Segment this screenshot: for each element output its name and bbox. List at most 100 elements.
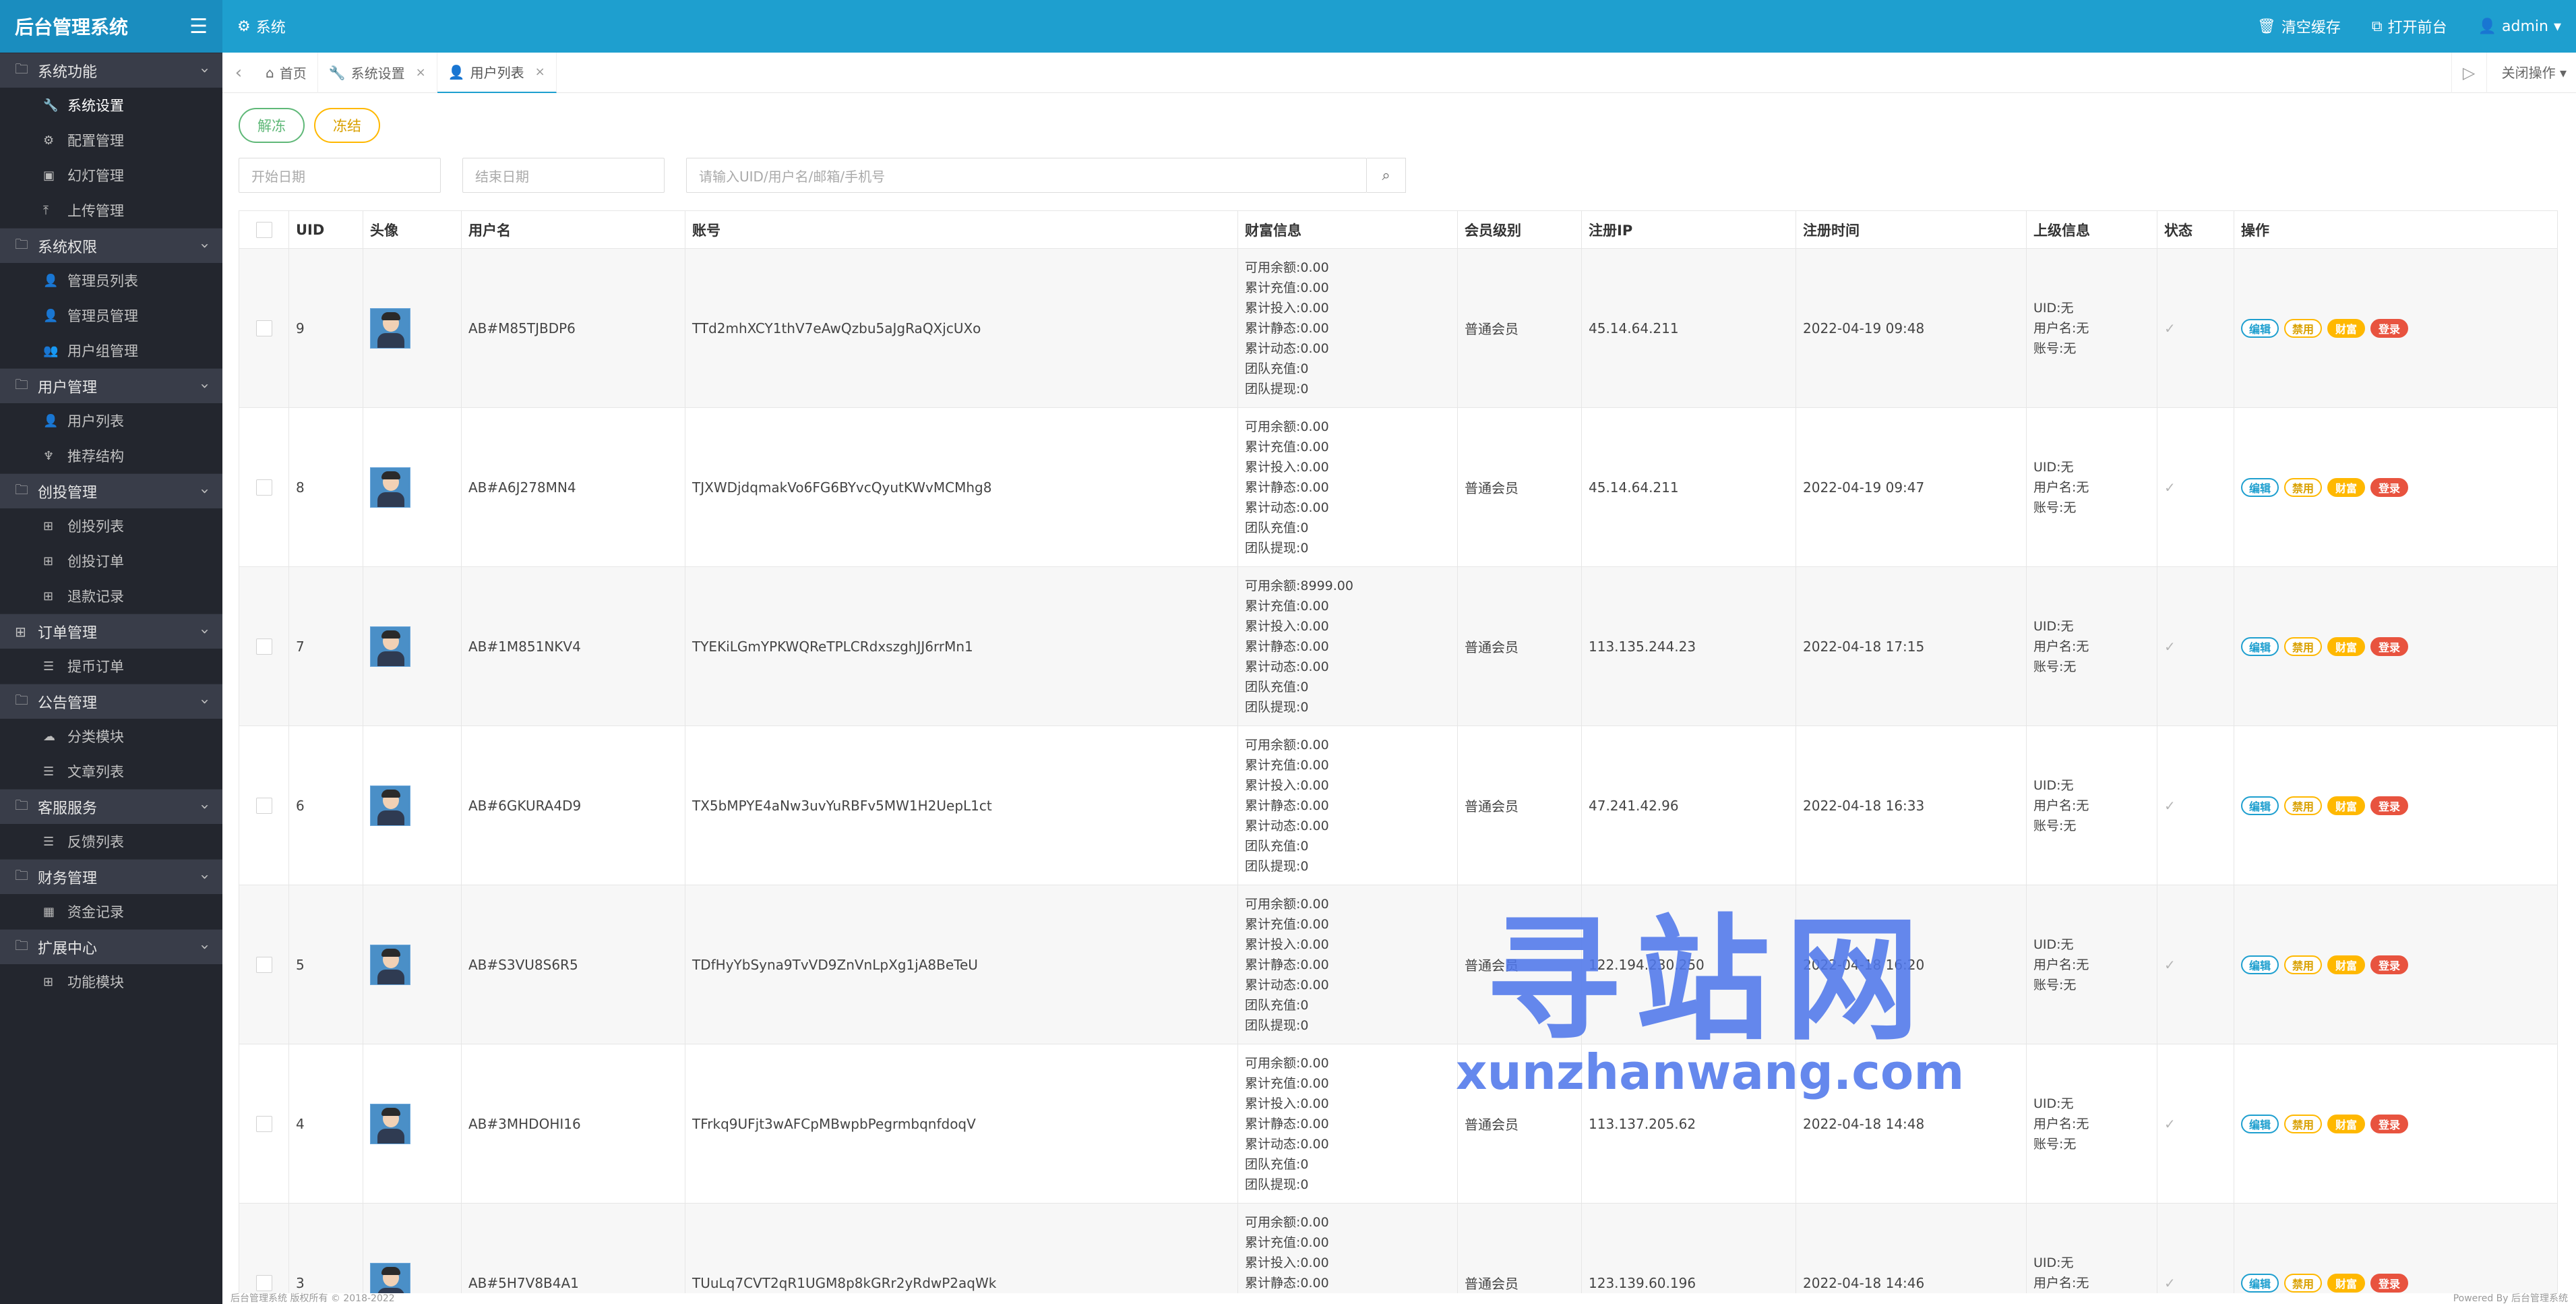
wealth-button[interactable]: 财富 [2327,636,2366,656]
search-input[interactable]: 请输入UID/用户名/邮箱/手机号 [686,158,1367,193]
sidebar-item[interactable]: 👤 用户列表 [0,403,222,438]
wealth-button[interactable]: 财富 [2327,1273,2366,1293]
cell-username: AB#3MHDOHI16 [461,1044,685,1204]
disable-button[interactable]: 禁用 [2284,1114,2323,1133]
wealth-line: 团队充值:0 [1245,520,1309,535]
row-checkbox[interactable] [255,1274,272,1291]
disable-button[interactable]: 禁用 [2284,318,2323,338]
end-date-input[interactable]: 结束日期 [462,158,665,193]
row-checkbox[interactable] [255,638,272,655]
chevron-down-icon: › [196,699,214,705]
row-checkbox[interactable] [255,956,272,973]
edit-button[interactable]: 编辑 [2241,1273,2279,1293]
tabs-scroll-left-icon[interactable]: ‹ [222,63,255,83]
close-icon[interactable]: × [416,65,426,80]
edit-button[interactable]: 编辑 [2241,796,2279,815]
edit-button[interactable]: 编辑 [2241,636,2279,656]
freeze-button[interactable]: 冻结 [314,108,380,143]
wealth-button[interactable]: 财富 [2327,477,2366,497]
menu-group-header[interactable]: 🗀 扩展中心 › [0,929,222,964]
cell-status: ✓ [2157,248,2234,408]
cell-username: AB#M85TJBDP6 [461,248,685,408]
row-checkbox[interactable] [255,320,272,336]
folder-icon: 🗀 [15,235,28,252]
sidebar-item[interactable]: ☰ 反馈列表 [0,824,222,859]
disable-button[interactable]: 禁用 [2284,796,2323,815]
cell-time: 2022-04-18 16:33 [1796,725,2027,885]
row-checkbox[interactable] [255,1115,272,1132]
hamburger-icon[interactable]: ☰ [189,15,208,38]
sidebar-item[interactable]: ⤒ 上传管理 [0,193,222,228]
close-ops-button[interactable]: 关闭操作 ▾ [2486,52,2576,93]
menu-group-header[interactable]: ⊞ 订单管理 › [0,614,222,649]
edit-button[interactable]: 编辑 [2241,477,2279,497]
sidebar-item[interactable]: ☁ 分类模块 [0,719,222,754]
tab-item[interactable]: 👤 用户列表 × [437,52,557,93]
user-menu[interactable]: 👤 admin ▾ [2478,18,2561,35]
edit-button[interactable]: 编辑 [2241,1114,2279,1133]
sidebar-item[interactable]: ⊞ 退款记录 [0,579,222,614]
row-checkbox[interactable] [255,797,272,814]
sidebar-item[interactable]: ▦ 资金记录 [0,894,222,929]
sidebar-item[interactable]: ⊞ 功能模块 [0,964,222,999]
unfreeze-button[interactable]: 解冻 [239,108,305,143]
wealth-button[interactable]: 财富 [2327,955,2366,974]
close-icon[interactable]: × [535,65,545,79]
search-button[interactable]: ⌕ [1367,158,1406,193]
disable-button[interactable]: 禁用 [2284,636,2323,656]
login-button[interactable]: 登录 [2370,477,2409,497]
wealth-button[interactable]: 财富 [2327,1114,2366,1133]
sidebar-item[interactable]: ♆ 推荐结构 [0,438,222,473]
disable-button[interactable]: 禁用 [2284,955,2323,974]
disable-button[interactable]: 禁用 [2284,1273,2323,1293]
login-button[interactable]: 登录 [2370,1114,2409,1133]
sidebar-item[interactable]: 🔧 系统设置 [0,88,222,123]
edit-button[interactable]: 编辑 [2241,955,2279,974]
menu-group-header[interactable]: 🗀 系统功能 › [0,53,222,88]
login-button[interactable]: 登录 [2370,318,2409,338]
sidebar-item[interactable]: 👥 用户组管理 [0,333,222,368]
start-date-input[interactable]: 开始日期 [239,158,441,193]
sidebar-item[interactable]: ⊞ 创投列表 [0,508,222,543]
row-checkbox[interactable] [255,479,272,496]
upline-line: UID:无 [2033,1096,2074,1111]
login-button[interactable]: 登录 [2370,1273,2409,1293]
sidebar-item[interactable]: ▣ 幻灯管理 [0,158,222,193]
wealth-button[interactable]: 财富 [2327,318,2366,338]
login-button[interactable]: 登录 [2370,955,2409,974]
menu-group-header[interactable]: 🗀 财务管理 › [0,859,222,894]
sidebar-item[interactable]: ☰ 文章列表 [0,754,222,789]
header-upline: 上级信息 [2026,210,2157,249]
footer-copyright: 后台管理系统 版权所有 © 2018-2022 [231,1293,395,1304]
login-button[interactable]: 登录 [2370,796,2409,815]
cell-status: ✓ [2157,407,2234,567]
menu-group-header[interactable]: 🗀 用户管理 › [0,368,222,403]
login-button[interactable]: 登录 [2370,636,2409,656]
sidebar-item[interactable]: ⚙ 配置管理 [0,123,222,158]
menu-group-header[interactable]: 🗀 系统权限 › [0,228,222,263]
sidebar-item[interactable]: 👤 管理员列表 [0,263,222,298]
sidebar-item[interactable]: 👤 管理员管理 [0,298,222,333]
tab-item[interactable]: ⌂ 首页 [255,52,318,93]
cell-account: TYEKiLGmYPKWQReTPLCRdxszghJJ6rrMn1 [685,566,1238,726]
edit-button[interactable]: 编辑 [2241,318,2279,338]
menu-group-header[interactable]: 🗀 创投管理 › [0,473,222,508]
tab-item[interactable]: 🔧 系统设置 × [318,52,437,93]
menu-group-header[interactable]: 🗀 客服服务 › [0,789,222,824]
wealth-line: 累计静态:0.00 [1245,639,1329,654]
wealth-line: 累计动态:0.00 [1245,340,1329,356]
wealth-button[interactable]: 财富 [2327,796,2366,815]
select-all-checkbox[interactable] [255,221,272,238]
wealth-line: 可用余额:8999.00 [1245,578,1353,593]
clear-cache-button[interactable]: 🗑 清空缓存 [2257,16,2341,37]
system-menu-button[interactable]: ⚙ 系统 [237,16,286,37]
header-select-all[interactable] [239,210,289,249]
tabs-scroll-right-icon[interactable]: ▷ [2451,52,2486,93]
row-select-cell [239,248,289,408]
disable-button[interactable]: 禁用 [2284,477,2323,497]
cell-time: 2022-04-18 14:48 [1796,1044,2027,1204]
open-front-button[interactable]: ⧉ 打开前台 [2372,16,2447,37]
sidebar-item[interactable]: ☰ 提币订单 [0,649,222,684]
menu-group-header[interactable]: 🗀 公告管理 › [0,684,222,719]
sidebar-item[interactable]: ⊞ 创投订单 [0,543,222,579]
